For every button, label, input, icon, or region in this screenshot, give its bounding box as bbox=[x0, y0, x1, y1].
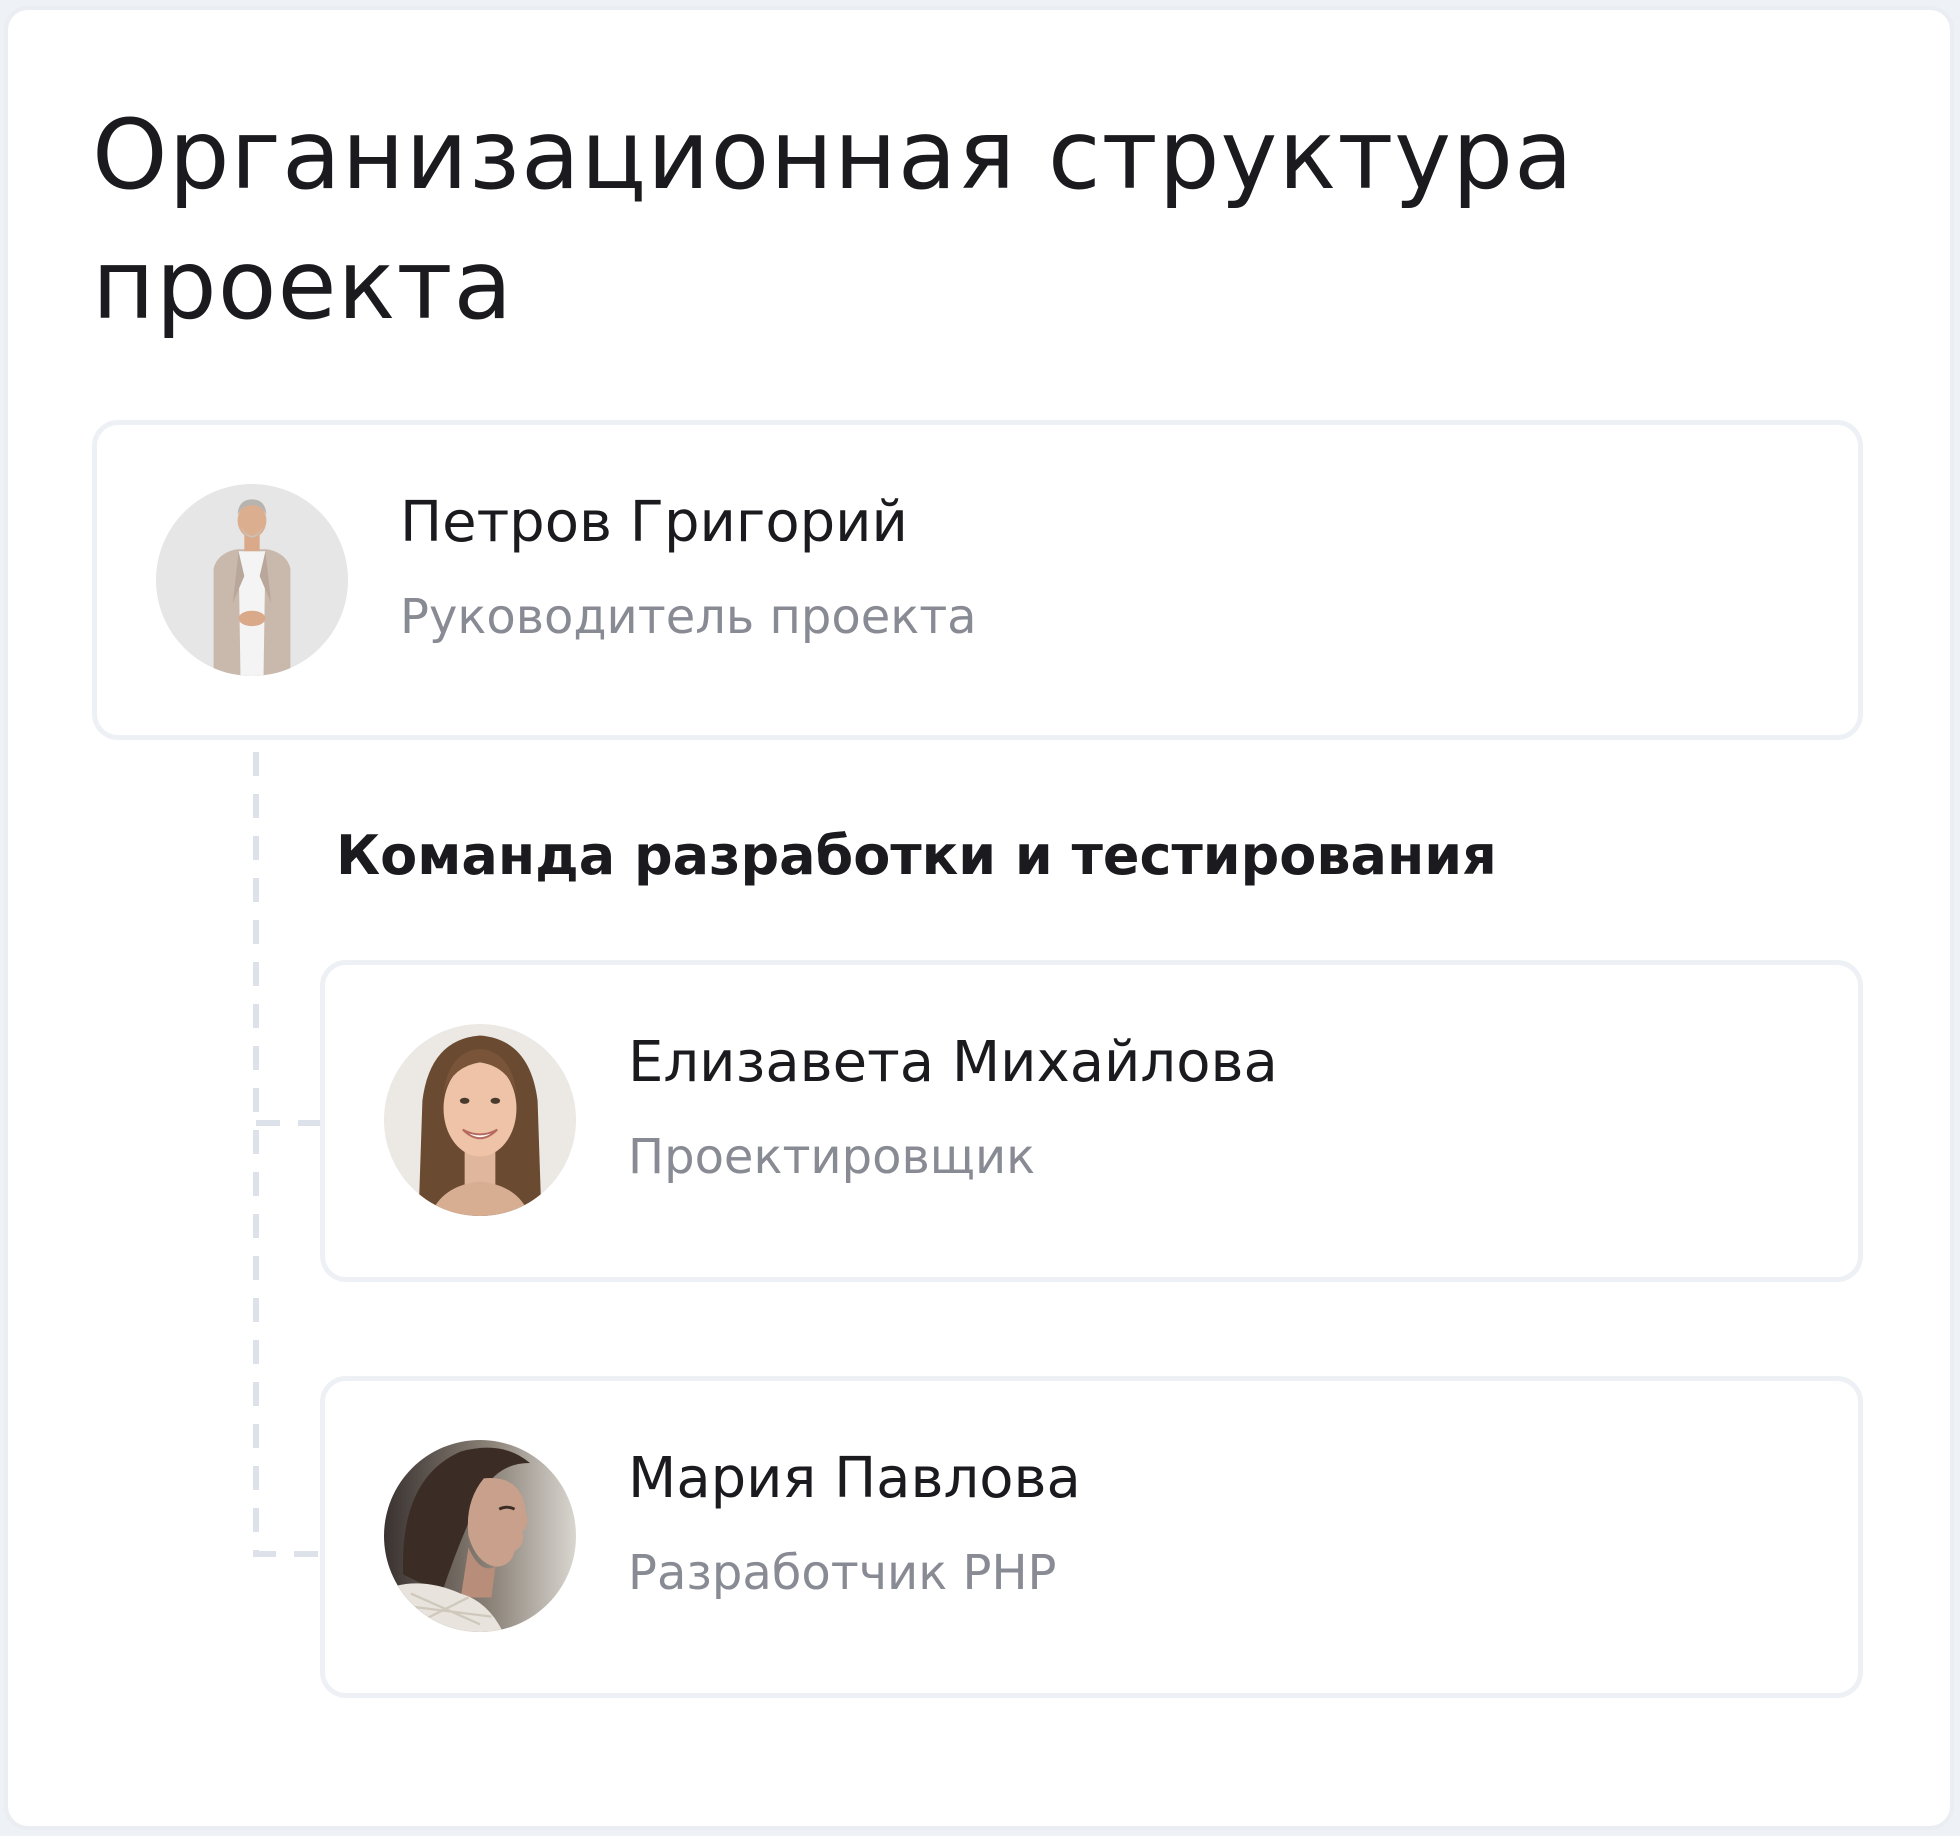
avatar-photo-woman-icon bbox=[384, 1440, 576, 1632]
member-role: Проектировщик bbox=[628, 1129, 1036, 1185]
team-member-card[interactable]: Елизавета Михайлова Проектировщик bbox=[320, 960, 1863, 1282]
team-heading: Команда разработки и тестирования bbox=[336, 824, 1497, 887]
avatar-photo-woman-icon bbox=[384, 1024, 576, 1216]
lead-avatar bbox=[156, 484, 348, 676]
team-member-card[interactable]: Мария Павлова Разработчик PHP bbox=[320, 1376, 1863, 1698]
lead-card[interactable]: Петров Григорий Руководитель проекта bbox=[92, 420, 1863, 740]
member-role: Разработчик PHP bbox=[628, 1545, 1057, 1601]
page-title: Организационная структура проекта bbox=[92, 99, 1574, 341]
member-avatar bbox=[384, 1024, 576, 1216]
lead-role: Руководитель проекта bbox=[400, 589, 977, 645]
member-avatar bbox=[384, 1440, 576, 1632]
member-name: Мария Павлова bbox=[628, 1446, 1081, 1511]
member-name: Елизавета Михайлова bbox=[628, 1030, 1278, 1095]
avatar-photo-man-icon bbox=[156, 484, 348, 676]
lead-name: Петров Григорий bbox=[400, 490, 908, 555]
